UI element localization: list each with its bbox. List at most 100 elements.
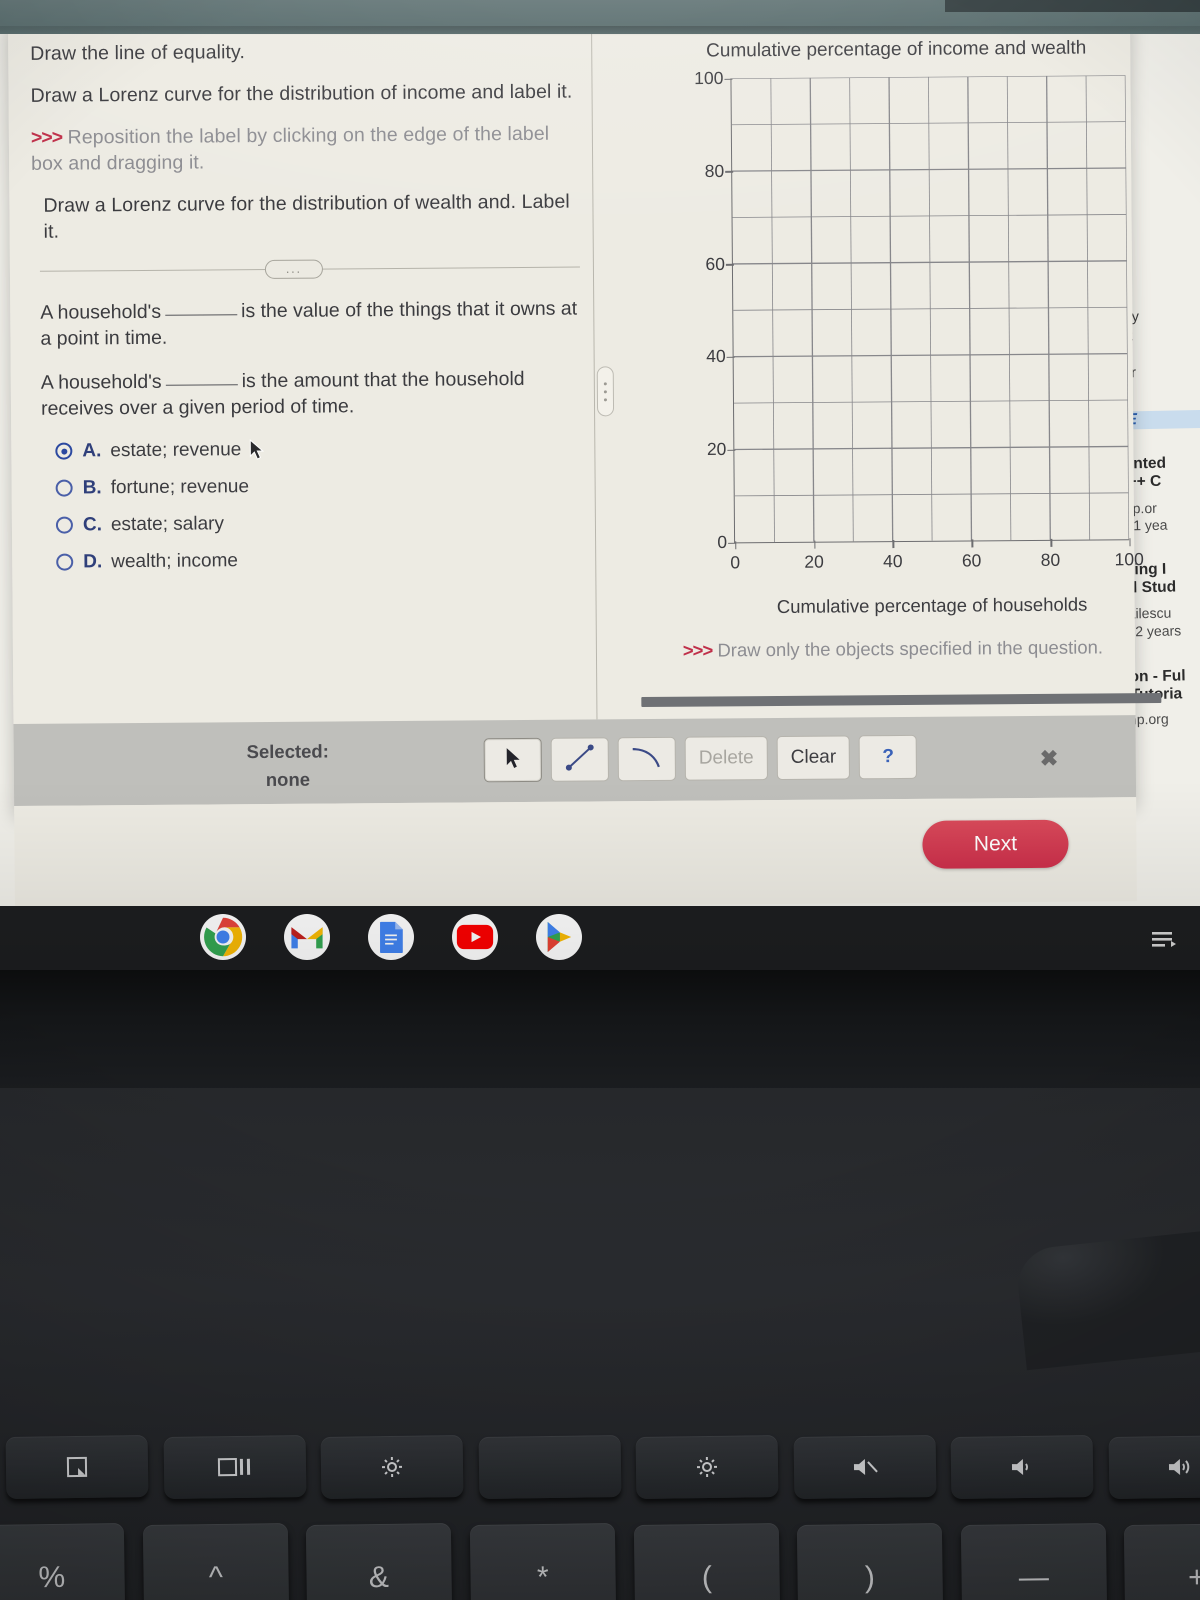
overview-key[interactable] [163,1435,306,1499]
splitter-dot [603,389,607,393]
close-icon[interactable]: ✖ [1040,746,1059,772]
choice-d[interactable]: D. wealth; income [56,547,581,573]
laptop-screen: am rld's t fea dustry real-t lestor SITE… [0,0,1200,975]
chevron-right-icon: >>> [30,126,63,149]
cursor-arrow-icon [505,746,521,773]
modal-footer: Next [14,797,1137,910]
shelf-app-icons [200,914,582,960]
volume-down-key[interactable] [950,1435,1093,1499]
instruction-text: Draw a Lorenz curve for the distribution… [30,80,573,107]
splitter-dot [603,381,607,385]
answer-choices: A. estate; revenue B. fortune; revenue C… [33,436,581,573]
select-tool-button[interactable] [483,737,542,783]
curve-tool-button[interactable] [617,736,676,782]
choice-c[interactable]: C. estate; salary [55,510,581,536]
key-5[interactable]: % 5 [0,1522,126,1600]
clear-button[interactable]: Clear [776,735,851,780]
key-8[interactable]: * 8 [469,1522,617,1600]
plot-note-text: Draw only the objects specified in the q… [717,636,1104,661]
brightness-up-key[interactable] [478,1435,621,1499]
key-6[interactable]: ^ 6 [142,1522,290,1600]
choice-d-text: wealth; income [111,549,239,572]
next-button[interactable]: Next [922,819,1069,869]
key-0[interactable]: ) 0 [796,1522,944,1600]
key-9[interactable]: ( 9 [633,1522,781,1600]
stem-1-before: A household's [40,300,162,324]
gmail-icon[interactable] [284,914,330,960]
brightness-up-2-key[interactable] [635,1435,778,1499]
x-axis-tick-label: 0 [730,542,740,573]
youtube-icon[interactable] [452,914,498,960]
homework-modal: Draw the line of equality. Draw a Lorenz… [8,15,1162,910]
instruction-text: Reposition the label by clicking on the … [31,122,550,175]
y-axis-tick-label: 80 [705,161,733,182]
choice-a-letter: A. [82,440,102,462]
key-equals[interactable]: + = [1124,1522,1200,1600]
instruction-draw-wealth: Draw a Lorenz curve for the distribution… [31,189,578,245]
key-minus[interactable]: — — [960,1522,1108,1600]
modal-body: Draw the line of equality. Draw a Lorenz… [8,15,1162,724]
curve-icon [629,742,665,775]
chevron-right-icon: >>> [682,639,713,661]
x-axis-tick-label: 20 [804,542,824,573]
plot-instruction-note: >>> Draw only the objects specified in t… [673,635,1113,663]
key-7[interactable]: & 7 [306,1522,454,1600]
help-button[interactable]: ? [858,734,918,780]
choice-b-text: fortune; revenue [110,475,250,498]
google-docs-icon[interactable] [368,914,414,960]
volume-up-key[interactable] [1108,1435,1200,1499]
y-axis-tick-label: 40 [706,346,734,367]
chrome-icon[interactable] [200,914,246,960]
y-axis-tick-label: 20 [707,439,735,460]
choice-a-text: estate; revenue [110,438,242,461]
number-key-row: % 5 ^ 6 & 7 * 8 ( 9 ) 0 [0,1522,1200,1600]
key-0-shift: ) [864,1560,876,1595]
instruction-draw-equality: Draw the line of equality. [30,38,577,68]
radio-button-b[interactable] [55,479,73,497]
horizontal-scrollbar[interactable] [641,692,1162,708]
mute-key[interactable] [793,1435,936,1499]
instruction-text: Draw a Lorenz curve for the distribution… [43,190,570,243]
radio-button-a[interactable] [55,442,73,460]
delete-button[interactable]: Delete [684,736,768,781]
key-minus-shift: — [1018,1560,1049,1595]
drawing-toolbar: Selected: none Delete Clear ? ✖ [13,715,1137,806]
chromeos-shelf [0,906,1200,975]
mouse-cursor-icon [249,439,265,461]
chart-plot-area[interactable]: 0 20 40 60 80 100 0 20 40 60 80 100 [694,68,1144,572]
selected-label: Selected: [246,740,329,763]
blank-1 [165,313,238,316]
keyboard-deck: % 5 ^ 6 & 7 * 8 ( 9 ) 0 [0,1088,1200,1600]
instruction-reposition-hint: >>> Reposition the label by clicking on … [31,121,578,177]
choice-c-letter: C. [82,514,103,536]
stem-2-before: A household's [40,370,162,394]
selected-value: none [265,768,311,790]
choice-a[interactable]: A. estate; revenue [55,436,580,462]
screen-top-band-dark [945,0,1200,12]
function-key-row [0,1435,1200,1508]
section-divider: ... [39,257,580,279]
key-7-shift: & [368,1560,390,1595]
selected-status: Selected: none [198,737,378,794]
status-tray-icon[interactable] [1150,928,1178,955]
instruction-text: Draw the line of equality. [30,41,246,65]
radio-button-d[interactable] [56,553,74,571]
x-axis-tick-label: 60 [962,540,982,571]
play-store-icon[interactable] [536,914,582,960]
x-axis-tick-label: 40 [883,541,903,572]
choice-d-letter: D. [83,551,103,573]
key-8-shift: * [536,1560,549,1595]
choice-c-text: estate; salary [110,513,225,535]
line-tool-button[interactable] [550,737,609,782]
expand-ellipsis-button[interactable]: ... [264,259,324,279]
brightness-down-key[interactable] [320,1435,463,1499]
line-segment-icon [563,742,597,777]
radio-button-c[interactable] [55,516,74,534]
choice-b[interactable]: B. fortune; revenue [55,473,581,499]
tool-buttons: Delete Clear ? [483,734,918,783]
screenshot-key[interactable] [5,1435,148,1499]
chart-gridlines [731,75,1129,542]
key-equals-shift: + [1188,1560,1200,1595]
graph-pane: Cumulative percentage of income and weal… [608,15,1162,719]
screen-top-band [0,0,1200,40]
